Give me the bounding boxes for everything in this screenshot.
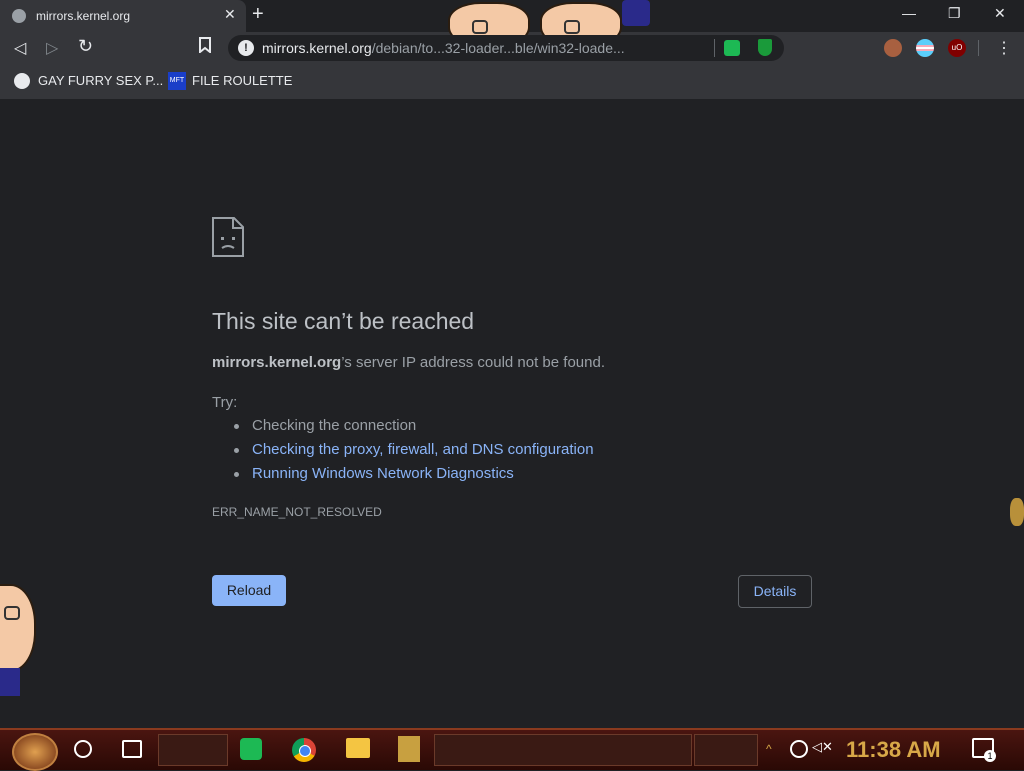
url-host: mirrors.kernel.org [262, 40, 372, 56]
restore-button[interactable]: ❐ [948, 5, 961, 22]
chrome-icon[interactable] [292, 738, 316, 762]
forward-button[interactable]: ▷ [46, 38, 58, 58]
error-host: mirrors.kernel.org [212, 354, 342, 371]
clock[interactable]: 11:38 AM [846, 737, 941, 763]
url-text[interactable]: mirrors.kernel.org/debian/to...32-loader… [262, 40, 702, 56]
back-button[interactable]: ◁ [14, 38, 26, 58]
bookmark-icon[interactable] [198, 37, 212, 58]
active-tab[interactable]: mirrors.kernel.org ✕ [0, 0, 246, 32]
app-thumbnail-icon[interactable] [398, 736, 420, 762]
reload-button[interactable]: Reload [212, 575, 286, 606]
suggestion-check-connection: Checking the connection [252, 417, 417, 434]
tray-chevron-icon[interactable]: ^ [766, 742, 772, 756]
network-icon[interactable] [790, 740, 808, 758]
extension-icon[interactable] [884, 39, 902, 57]
glasses-icon [4, 606, 20, 620]
cartoon-shoe-decoration [622, 0, 650, 26]
cursor-sparkle-decoration [1010, 498, 1024, 526]
bookmarks-bar: GAY FURRY SEX P... MFT FILE ROULETTE [0, 66, 1024, 96]
divider [714, 39, 715, 57]
new-tab-button[interactable]: + [252, 3, 264, 26]
start-button[interactable] [12, 733, 58, 771]
ublock-icon[interactable]: uO [948, 39, 966, 57]
cartoon-shirt-decoration [0, 668, 20, 696]
details-button[interactable]: Details [738, 575, 812, 608]
taskbar: ^ ◁✕ 11:38 AM 1 [0, 728, 1024, 771]
shield-extension-icon[interactable] [758, 39, 772, 56]
notification-count: 1 [984, 750, 996, 762]
minimize-button[interactable]: — [902, 5, 916, 21]
folder-icon[interactable] [346, 738, 370, 758]
taskbar-slot [694, 734, 758, 766]
suggestion-proxy-link[interactable]: Checking the proxy, firewall, and DNS co… [252, 441, 594, 458]
close-window-button[interactable]: ✕ [994, 5, 1006, 22]
bookmark-item[interactable]: FILE ROULETTE [192, 73, 292, 88]
divider [978, 40, 979, 56]
volume-muted-icon[interactable]: ◁✕ [812, 739, 833, 755]
flag-extension-icon[interactable] [916, 39, 934, 57]
suggestion-diagnostics-link[interactable]: Running Windows Network Diagnostics [252, 465, 514, 482]
error-description: mirrors.kernel.org’s server IP address c… [212, 354, 605, 371]
search-circle-icon[interactable] [74, 740, 92, 758]
bookmark-item[interactable]: GAY FURRY SEX P... [38, 73, 163, 88]
reload-button[interactable]: ↻ [78, 36, 93, 57]
menu-icon[interactable]: ⋮ [996, 38, 1012, 58]
url-path: /debian/to...32-loader...ble/win32-loade… [371, 40, 625, 56]
info-icon[interactable]: ! [238, 40, 254, 56]
bullet [234, 448, 239, 453]
error-page [0, 99, 1024, 729]
try-label: Try: [212, 394, 238, 411]
chat-app-icon[interactable] [240, 738, 262, 760]
taskbar-slot [158, 734, 228, 766]
tab-title: mirrors.kernel.org [36, 9, 131, 23]
task-view-icon[interactable] [122, 740, 142, 758]
error-description-text: ’s server IP address could not be found. [341, 354, 605, 371]
sad-page-icon [212, 217, 244, 257]
chat-extension-icon[interactable] [724, 40, 740, 56]
bullet [234, 424, 239, 429]
mft-icon: MFT [168, 72, 186, 90]
bullet [234, 472, 239, 477]
taskbar-slot [434, 734, 692, 766]
error-heading: This site can’t be reached [212, 308, 475, 334]
address-bar[interactable]: ! mirrors.kernel.org/debian/to...32-load… [228, 35, 784, 61]
globe-icon [12, 9, 26, 23]
chrome-center [299, 745, 311, 757]
globe-icon [14, 73, 30, 89]
close-tab-icon[interactable]: ✕ [224, 6, 236, 23]
tab-strip: mirrors.kernel.org ✕ + — ❐ ✕ [0, 0, 1024, 48]
error-code: ERR_NAME_NOT_RESOLVED [212, 505, 382, 519]
browser-chrome: mirrors.kernel.org ✕ + — ❐ ✕ ◁ ▷ ↻ ! mir… [0, 0, 1024, 99]
